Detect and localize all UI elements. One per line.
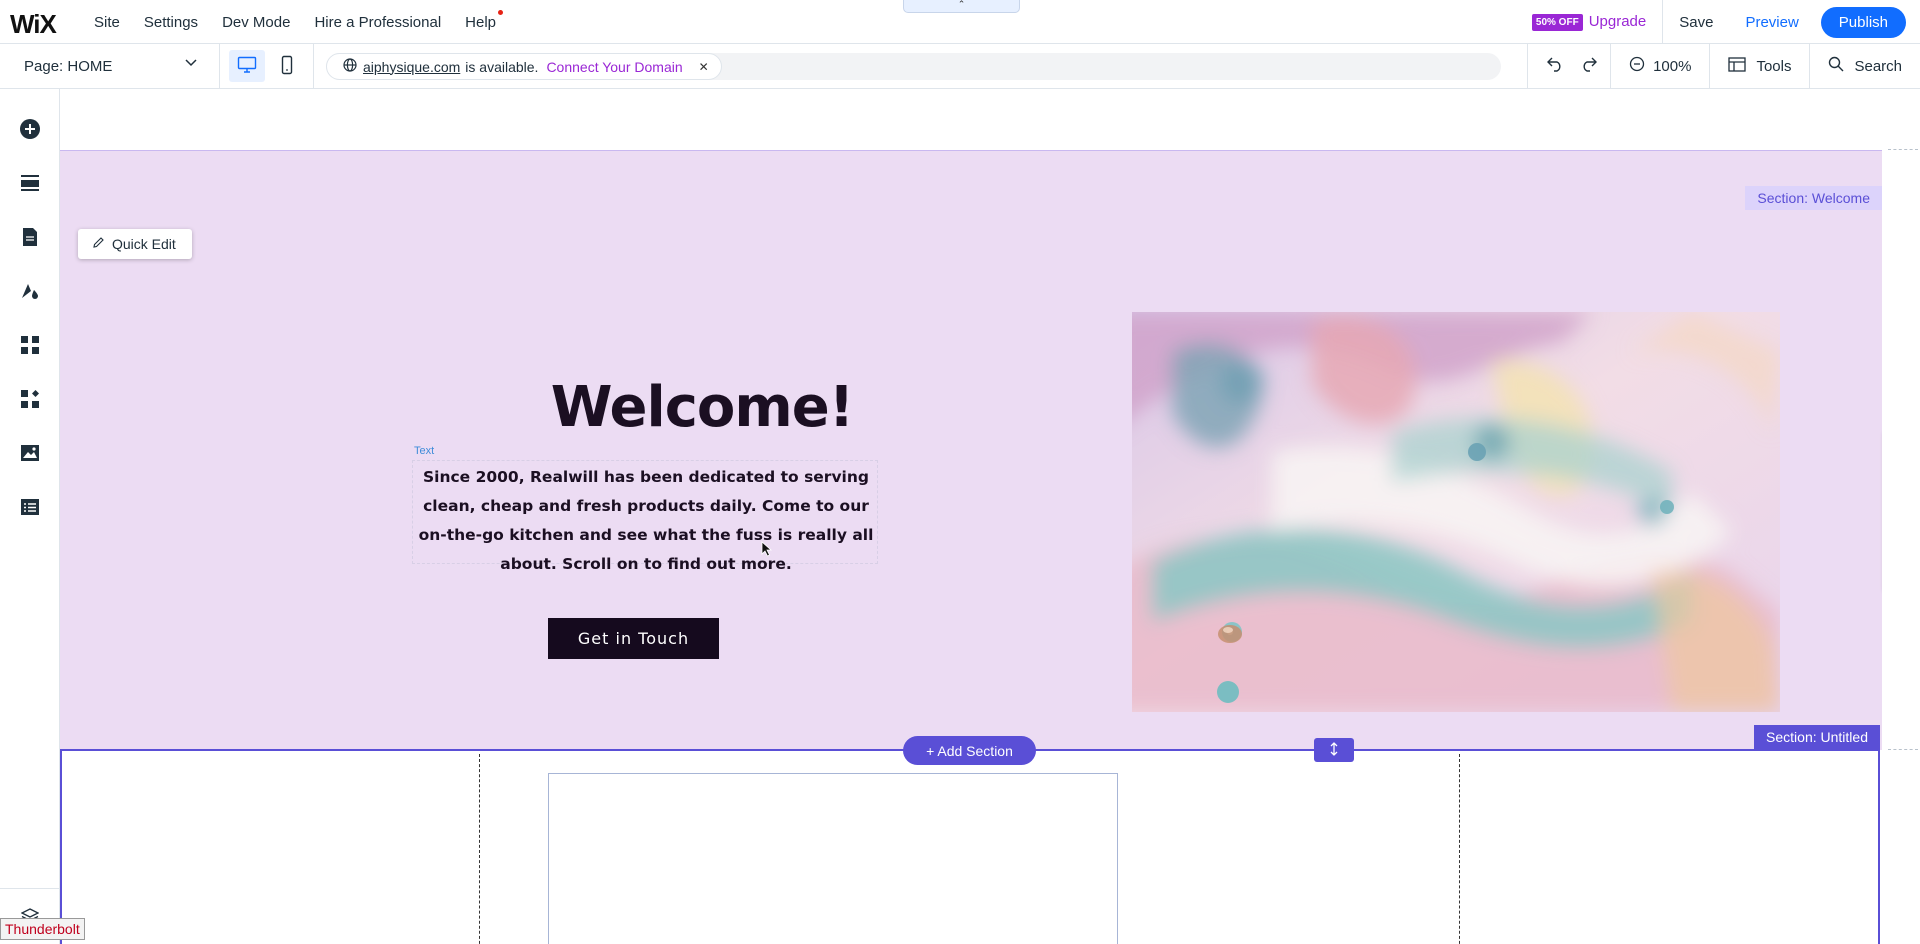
section-resize-handle[interactable] bbox=[1314, 738, 1354, 762]
publish-button[interactable]: Publish bbox=[1820, 6, 1906, 38]
upgrade-button[interactable]: Upgrade bbox=[1589, 0, 1664, 44]
discount-badge[interactable]: 50% OFF bbox=[1531, 13, 1583, 31]
page-selector-label: Page: HOME bbox=[24, 57, 113, 75]
right-ruler bbox=[1882, 89, 1920, 944]
undo-redo-group bbox=[1527, 44, 1610, 88]
business-icon[interactable] bbox=[18, 387, 42, 411]
zoom-level: 100% bbox=[1653, 57, 1692, 75]
menu-site[interactable]: Site bbox=[82, 14, 132, 31]
top-actions: 50% OFF Upgrade Save Preview Publish bbox=[1531, 0, 1920, 44]
pages-icon[interactable] bbox=[18, 225, 42, 249]
quick-edit-button[interactable]: Quick Edit bbox=[78, 229, 192, 259]
toolbar-divider bbox=[313, 44, 314, 88]
apps-icon[interactable] bbox=[18, 333, 42, 357]
menu-help-label: Help bbox=[465, 13, 497, 31]
globe-icon bbox=[343, 58, 357, 75]
top-nav: Site Settings Dev Mode Hire a Profession… bbox=[82, 0, 508, 44]
grid-guide-left bbox=[479, 754, 480, 944]
redo-icon[interactable] bbox=[1580, 56, 1598, 76]
desktop-view-button[interactable] bbox=[229, 50, 265, 82]
welcome-heading[interactable]: Welcome! bbox=[440, 375, 964, 440]
chevron-down-icon bbox=[185, 58, 197, 70]
close-icon[interactable]: ✕ bbox=[699, 60, 709, 74]
left-sidebar bbox=[0, 89, 60, 944]
hero-image[interactable] bbox=[1132, 312, 1780, 712]
editor-toolbar: Page: HOME aiphysique.com is available. … bbox=[0, 44, 1920, 89]
domain-status-text: is available. bbox=[465, 58, 539, 75]
domain-link[interactable]: aiphysique.com bbox=[363, 59, 460, 75]
top-bar: WiX Site Settings Dev Mode Hire a Profes… bbox=[0, 0, 1920, 44]
editor-canvas[interactable]: Section: Welcome Quick Edit Welcome! Tex… bbox=[60, 89, 1882, 944]
domain-banner: aiphysique.com is available. Connect You… bbox=[326, 53, 722, 80]
menu-help[interactable]: Help bbox=[453, 9, 508, 31]
undo-icon[interactable] bbox=[1546, 56, 1564, 76]
collapse-toolbar-toggle[interactable]: ⌃ bbox=[903, 0, 1020, 13]
add-section-button[interactable]: + Add Section bbox=[903, 736, 1036, 765]
add-icon[interactable] bbox=[18, 117, 42, 141]
empty-element-box[interactable] bbox=[548, 773, 1118, 944]
search-button[interactable]: Search bbox=[1809, 44, 1920, 88]
section-label-welcome[interactable]: Section: Welcome bbox=[1745, 186, 1882, 210]
design-icon[interactable] bbox=[18, 279, 42, 303]
site-header-section[interactable] bbox=[60, 89, 1882, 151]
editor-tools: 100% Tools Search bbox=[1527, 44, 1920, 88]
notification-dot bbox=[498, 9, 504, 15]
welcome-section[interactable]: Section: Welcome Quick Edit Welcome! Tex… bbox=[60, 151, 1882, 750]
pencil-icon bbox=[92, 236, 105, 252]
mobile-icon bbox=[281, 55, 293, 78]
search-label: Search bbox=[1854, 57, 1902, 75]
tools-label: Tools bbox=[1756, 57, 1792, 75]
tools-button[interactable]: Tools bbox=[1709, 44, 1809, 88]
mouse-cursor bbox=[761, 541, 773, 560]
ruler-mark bbox=[1888, 149, 1918, 150]
menu-dev-mode[interactable]: Dev Mode bbox=[210, 14, 302, 31]
zoom-out-icon[interactable] bbox=[1629, 56, 1645, 76]
domain-bar: aiphysique.com is available. Connect You… bbox=[326, 53, 1501, 80]
media-icon[interactable] bbox=[18, 441, 42, 465]
desktop-icon bbox=[237, 56, 257, 77]
wix-logo[interactable]: WiX bbox=[10, 9, 57, 40]
save-button[interactable]: Save bbox=[1663, 14, 1729, 31]
tools-icon bbox=[1728, 56, 1747, 76]
text-element-tag: Text bbox=[414, 445, 435, 457]
menu-hire-professional[interactable]: Hire a Professional bbox=[302, 14, 453, 31]
ruler-mark bbox=[1888, 749, 1918, 750]
menu-settings[interactable]: Settings bbox=[132, 14, 210, 31]
quick-edit-label: Quick Edit bbox=[112, 236, 176, 252]
get-in-touch-button[interactable]: Get in Touch bbox=[548, 618, 719, 659]
cms-icon[interactable] bbox=[18, 495, 42, 519]
page-selector[interactable]: Page: HOME bbox=[0, 44, 220, 88]
resize-vertical-icon bbox=[1329, 741, 1339, 759]
mobile-view-button[interactable] bbox=[269, 50, 305, 82]
section-label-untitled[interactable]: Section: Untitled bbox=[1754, 725, 1880, 749]
zoom-control[interactable]: 100% bbox=[1610, 44, 1709, 88]
search-icon bbox=[1828, 56, 1844, 76]
preview-button[interactable]: Preview bbox=[1729, 14, 1814, 31]
sections-icon[interactable] bbox=[18, 171, 42, 195]
thunderbolt-badge: Thunderbolt bbox=[0, 918, 85, 940]
welcome-paragraph[interactable]: Since 2000, Realwill has been dedicated … bbox=[418, 463, 874, 579]
grid-guide-right bbox=[1459, 754, 1460, 944]
connect-domain-link[interactable]: Connect Your Domain bbox=[546, 59, 682, 75]
